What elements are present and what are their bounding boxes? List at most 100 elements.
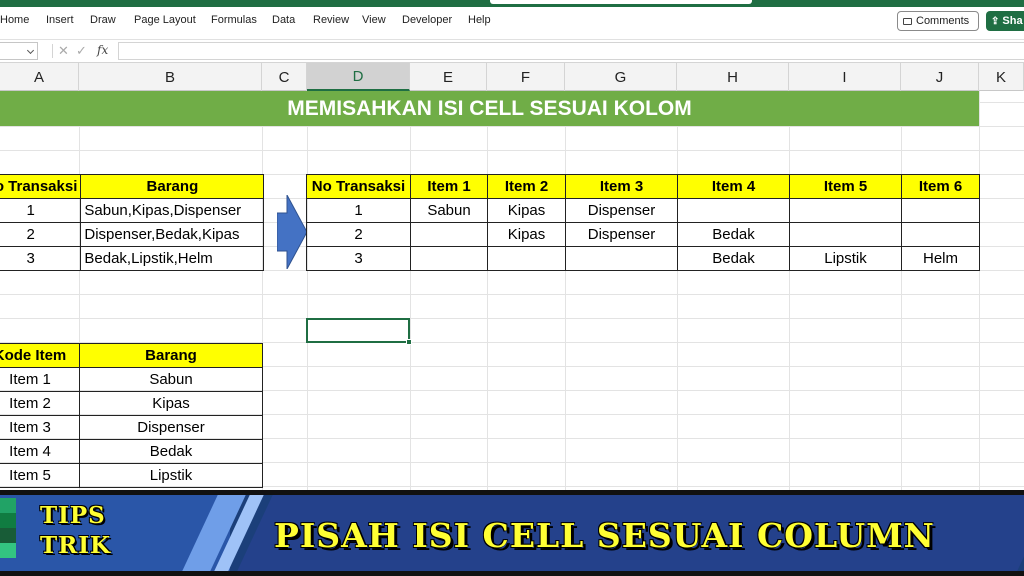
- column-header-e[interactable]: E: [410, 63, 487, 91]
- tab-data[interactable]: Data: [272, 14, 295, 26]
- source-table: No Transaksi Barang 1 Sabun,Kipas,Dispen…: [0, 174, 265, 271]
- grid-line: [677, 91, 678, 491]
- table-cell[interactable]: [789, 222, 902, 247]
- table-cell[interactable]: 2: [0, 222, 82, 247]
- tab-page-layout[interactable]: Page Layout: [134, 14, 196, 26]
- table-cell[interactable]: 1: [0, 198, 82, 223]
- tab-help[interactable]: Help: [468, 14, 491, 26]
- table-cell[interactable]: [410, 246, 488, 271]
- tab-draw[interactable]: Draw: [90, 14, 116, 26]
- table-cell[interactable]: Bedak,Lipstik,Helm: [80, 246, 265, 271]
- tab-review[interactable]: Review: [313, 14, 349, 26]
- table-cell[interactable]: Kipas: [79, 391, 263, 416]
- header-cell[interactable]: Item 3: [565, 174, 678, 199]
- result-table: No Transaksi Item 1 Item 2 Item 3 Item 4…: [306, 174, 980, 271]
- header-cell[interactable]: Barang: [80, 174, 265, 199]
- table-row: 1 Sabun,Kipas,Dispenser: [0, 198, 265, 223]
- header-cell[interactable]: No Transaksi: [306, 174, 411, 199]
- header-cell[interactable]: Item 1: [410, 174, 488, 199]
- table-cell[interactable]: Helm: [901, 246, 980, 271]
- table-row: Item 2 Kipas: [0, 391, 263, 416]
- table-cell[interactable]: Item 2: [0, 391, 80, 416]
- header-cell[interactable]: Item 2: [487, 174, 566, 199]
- grid-line: [487, 91, 488, 491]
- table-header-row: No Transaksi Item 1 Item 2 Item 3 Item 4…: [306, 174, 980, 199]
- excel-logo-icon: [0, 498, 16, 558]
- tab-insert[interactable]: Insert: [46, 14, 74, 26]
- comment-icon: [903, 17, 912, 25]
- table-cell[interactable]: [565, 246, 678, 271]
- table-cell[interactable]: Sabun,Kipas,Dispenser: [80, 198, 265, 223]
- table-cell[interactable]: [901, 222, 980, 247]
- header-cell[interactable]: Item 4: [677, 174, 790, 199]
- table-header-row: Kode Item Barang: [0, 343, 263, 368]
- table-cell[interactable]: Item 5: [0, 463, 80, 488]
- header-cell[interactable]: Item 6: [901, 174, 980, 199]
- table-cell[interactable]: [410, 222, 488, 247]
- column-header-b[interactable]: B: [79, 63, 262, 91]
- header-cell[interactable]: No Transaksi: [0, 174, 82, 199]
- table-cell[interactable]: 3: [306, 246, 411, 271]
- tab-developer[interactable]: Developer: [402, 14, 452, 26]
- table-cell[interactable]: 2: [306, 222, 411, 247]
- table-cell[interactable]: [901, 198, 980, 223]
- table-cell[interactable]: 3: [0, 246, 82, 271]
- table-cell[interactable]: Item 4: [0, 439, 80, 464]
- insert-function-icon[interactable]: fx: [97, 43, 108, 57]
- active-cell[interactable]: [306, 318, 412, 345]
- table-row: 2 Kipas Dispenser Bedak: [306, 222, 980, 247]
- name-box[interactable]: [0, 42, 38, 60]
- enter-icon[interactable]: ✓: [76, 43, 87, 59]
- table-cell[interactable]: Dispenser: [79, 415, 263, 440]
- table-cell[interactable]: Kipas: [487, 198, 566, 223]
- table-cell[interactable]: Lipstik: [79, 463, 263, 488]
- cancel-icon[interactable]: ✕: [58, 43, 69, 59]
- table-row: 1 Sabun Kipas Dispenser: [306, 198, 980, 223]
- column-header-a[interactable]: A: [0, 63, 79, 91]
- formula-bar-divider: [52, 44, 53, 58]
- grid-line: [410, 91, 411, 491]
- tab-view[interactable]: View: [362, 14, 386, 26]
- column-header-k[interactable]: K: [979, 63, 1024, 91]
- header-cell[interactable]: Item 5: [789, 174, 902, 199]
- table-cell[interactable]: Dispenser: [565, 198, 678, 223]
- sheet-title: MEMISAHKAN ISI CELL SESUAI KOLOM: [287, 96, 692, 120]
- table-cell[interactable]: Lipstik: [789, 246, 902, 271]
- column-header-i[interactable]: I: [789, 63, 901, 91]
- column-header-c[interactable]: C: [262, 63, 307, 91]
- table-cell[interactable]: 1: [306, 198, 411, 223]
- column-header-j[interactable]: J: [901, 63, 979, 91]
- column-header-h[interactable]: H: [677, 63, 789, 91]
- table-cell[interactable]: Dispenser,Bedak,Kipas: [80, 222, 265, 247]
- header-cell[interactable]: Kode Item: [0, 343, 80, 368]
- header-cell[interactable]: Barang: [79, 343, 263, 368]
- chevron-down-icon[interactable]: [26, 46, 35, 55]
- table-cell[interactable]: Sabun: [410, 198, 488, 223]
- grid-line: [901, 91, 902, 491]
- table-cell[interactable]: [677, 198, 790, 223]
- sheet-title-cell[interactable]: MEMISAHKAN ISI CELL SESUAI KOLOM: [0, 91, 979, 126]
- fill-handle[interactable]: [406, 339, 412, 345]
- column-header-d[interactable]: D: [307, 63, 410, 91]
- table-cell[interactable]: Bedak: [79, 439, 263, 464]
- table-cell[interactable]: Kipas: [487, 222, 566, 247]
- column-header-f[interactable]: F: [487, 63, 565, 91]
- table-cell[interactable]: Bedak: [677, 246, 790, 271]
- tab-formulas[interactable]: Formulas: [211, 14, 257, 26]
- table-cell[interactable]: Bedak: [677, 222, 790, 247]
- banner-tag-tips: TIPS: [40, 502, 106, 529]
- formula-input[interactable]: [118, 42, 1024, 60]
- tab-home[interactable]: Home: [0, 14, 29, 26]
- table-row: Item 1 Sabun: [0, 367, 263, 392]
- table-cell[interactable]: Sabun: [79, 367, 263, 392]
- table-cell[interactable]: [789, 198, 902, 223]
- table-cell[interactable]: Item 3: [0, 415, 80, 440]
- search-box[interactable]: [490, 0, 752, 4]
- column-header-g[interactable]: G: [565, 63, 677, 91]
- share-button[interactable]: ⇪ Sha: [986, 11, 1024, 31]
- banner-border: [0, 571, 1024, 576]
- comments-button[interactable]: Comments: [897, 11, 979, 31]
- table-cell[interactable]: [487, 246, 566, 271]
- table-cell[interactable]: Item 1: [0, 367, 80, 392]
- table-cell[interactable]: Dispenser: [565, 222, 678, 247]
